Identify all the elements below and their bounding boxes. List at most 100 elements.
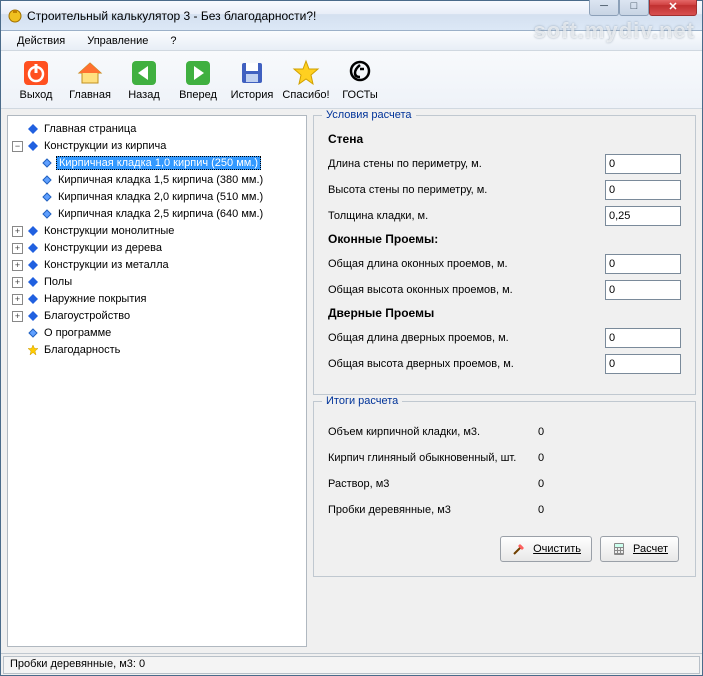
doors-heading: Дверные Проемы: [328, 306, 681, 320]
calc-button[interactable]: Расчет: [600, 536, 679, 562]
result-mortar-label: Раствор, м3: [328, 478, 538, 490]
diamond-icon: [26, 276, 39, 289]
result-bricks-label: Кирпич глиняный обыкновенный, шт.: [328, 452, 538, 464]
door-height-label: Общая высота дверных проемов, м.: [328, 358, 605, 370]
menu-manage[interactable]: Управление: [79, 33, 156, 49]
arrow-left-icon: [130, 59, 158, 87]
tree-item-gratitude[interactable]: Благодарность: [12, 342, 302, 358]
diamond-small-icon: [40, 157, 53, 170]
diamond-small-icon: [26, 327, 39, 340]
save-icon: [238, 59, 266, 87]
conditions-fieldset: Условия расчета Стена Длина стены по пер…: [313, 115, 696, 395]
result-mortar-value: 0: [538, 478, 544, 490]
star-icon: [26, 344, 39, 357]
tree-item-brick-1[interactable]: Кирпичная кладка 1,0 кирпич (250 мм.): [12, 155, 302, 171]
conditions-legend: Условия расчета: [322, 109, 416, 121]
star-icon: [292, 59, 320, 87]
thanks-button[interactable]: Спасибо!: [281, 55, 331, 105]
door-height-input[interactable]: [605, 354, 681, 374]
history-button[interactable]: История: [227, 55, 277, 105]
diamond-small-icon: [40, 191, 53, 204]
app-icon: [7, 8, 23, 24]
forward-button[interactable]: Вперед: [173, 55, 223, 105]
content-area: Главная страница − Конструкции из кирпич…: [1, 109, 702, 653]
home-icon: [76, 59, 104, 87]
diamond-icon: [26, 123, 39, 136]
tree-item-about[interactable]: О программе: [12, 325, 302, 341]
diamond-icon: [26, 242, 39, 255]
status-text: Пробки деревянные, м3: 0: [3, 656, 700, 674]
result-plugs-label: Пробки деревянные, м3: [328, 504, 538, 516]
door-length-label: Общая длина дверных проемов, м.: [328, 332, 605, 344]
diamond-icon: [26, 310, 39, 323]
tree-item-brick[interactable]: − Конструкции из кирпича: [12, 138, 302, 154]
tree-item-monolithic[interactable]: + Конструкции монолитные: [12, 223, 302, 239]
cert-icon: [346, 59, 374, 87]
tree-item-exterior[interactable]: + Наружние покрытия: [12, 291, 302, 307]
arrow-right-icon: [184, 59, 212, 87]
back-button[interactable]: Назад: [119, 55, 169, 105]
diamond-icon: [26, 225, 39, 238]
result-volume-value: 0: [538, 426, 544, 438]
result-bricks-value: 0: [538, 452, 544, 464]
wall-heading: Стена: [328, 132, 681, 146]
toolbar: Выход Главная Назад Вперед История Спаси…: [1, 51, 702, 109]
expand-icon[interactable]: +: [12, 243, 23, 254]
wall-height-label: Высота стены по периметру, м.: [328, 184, 605, 196]
results-fieldset: Итоги расчета Объем кирпичной кладки, м3…: [313, 401, 696, 577]
calculator-icon: [611, 541, 627, 557]
tree-panel[interactable]: Главная страница − Конструкции из кирпич…: [7, 115, 307, 647]
tree-item-brick-4[interactable]: Кирпичная кладка 2,5 кирпича (640 мм.): [12, 206, 302, 222]
diamond-icon: [26, 140, 39, 153]
diamond-icon: [26, 293, 39, 306]
door-length-input[interactable]: [605, 328, 681, 348]
gosts-button[interactable]: ГОСТы: [335, 55, 385, 105]
action-bar: Очистить Расчет: [328, 530, 681, 562]
expand-icon[interactable]: +: [12, 294, 23, 305]
expand-icon[interactable]: +: [12, 277, 23, 288]
power-icon: [22, 59, 50, 87]
tree-item-brick-2[interactable]: Кирпичная кладка 1,5 кирпича (380 мм.): [12, 172, 302, 188]
result-volume-label: Объем кирпичной кладки, м3.: [328, 426, 538, 438]
windows-heading: Оконные Проемы:: [328, 232, 681, 246]
wall-length-label: Длина стены по периметру, м.: [328, 158, 605, 170]
tree-item-landscaping[interactable]: + Благоустройство: [12, 308, 302, 324]
tree-item-floors[interactable]: + Полы: [12, 274, 302, 290]
menu-actions[interactable]: Действия: [9, 33, 73, 49]
statusbar: Пробки деревянные, м3: 0: [1, 653, 702, 675]
win-length-input[interactable]: [605, 254, 681, 274]
win-length-label: Общая длина оконных проемов, м.: [328, 258, 605, 270]
maximize-button[interactable]: □: [619, 0, 649, 16]
menubar: Действия Управление ?: [1, 31, 702, 51]
brush-icon: [511, 541, 527, 557]
titlebar[interactable]: Строительный калькулятор 3 - Без благода…: [1, 1, 702, 31]
win-height-label: Общая высота оконных проемов, м.: [328, 284, 605, 296]
expand-icon[interactable]: +: [12, 226, 23, 237]
collapse-icon[interactable]: −: [12, 141, 23, 152]
diamond-small-icon: [40, 208, 53, 221]
results-legend: Итоги расчета: [322, 395, 402, 407]
app-window: Строительный калькулятор 3 - Без благода…: [0, 0, 703, 676]
tree-item-brick-3[interactable]: Кирпичная кладка 2,0 кирпича (510 мм.): [12, 189, 302, 205]
expand-icon[interactable]: +: [12, 311, 23, 322]
wall-length-input[interactable]: [605, 154, 681, 174]
win-height-input[interactable]: [605, 280, 681, 300]
right-panel: Условия расчета Стена Длина стены по пер…: [313, 115, 696, 647]
home-button[interactable]: Главная: [65, 55, 115, 105]
expand-icon[interactable]: +: [12, 260, 23, 271]
minimize-button[interactable]: ─: [589, 0, 619, 16]
wall-height-input[interactable]: [605, 180, 681, 200]
window-controls: ─ □ ✕: [589, 0, 697, 16]
exit-button[interactable]: Выход: [11, 55, 61, 105]
tree-item-wood[interactable]: + Конструкции из дерева: [12, 240, 302, 256]
wall-thickness-label: Толщина кладки, м.: [328, 210, 605, 222]
diamond-icon: [26, 259, 39, 272]
menu-help[interactable]: ?: [162, 33, 184, 49]
tree-item-metal[interactable]: + Конструкции из металла: [12, 257, 302, 273]
wall-thickness-input[interactable]: [605, 206, 681, 226]
diamond-small-icon: [40, 174, 53, 187]
close-button[interactable]: ✕: [649, 0, 697, 16]
clear-button[interactable]: Очистить: [500, 536, 592, 562]
result-plugs-value: 0: [538, 504, 544, 516]
tree-item-main[interactable]: Главная страница: [12, 121, 302, 137]
